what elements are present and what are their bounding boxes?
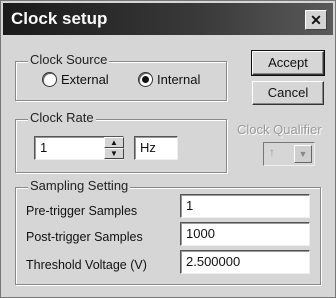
threshold-voltage-input[interactable]: 2.500000: [180, 250, 310, 274]
spin-down-icon[interactable]: ▼: [104, 148, 124, 159]
clock-qualifier-label: Clock Qualifier: [237, 122, 322, 137]
post-trigger-input[interactable]: 1000: [180, 222, 310, 246]
clock-setup-dialog: Clock setup ✕ Clock Source External Inte…: [0, 0, 336, 298]
clock-rate-unit: Hz: [134, 136, 178, 160]
pre-trigger-label: Pre-trigger Samples: [26, 204, 138, 218]
radio-internal-dot[interactable]: [138, 72, 153, 87]
cancel-button[interactable]: Cancel: [252, 81, 324, 105]
clock-qualifier-select: ↑ ▼: [263, 142, 315, 166]
clock-source-label: Clock Source: [28, 52, 110, 67]
clock-qualifier-value: ↑: [269, 145, 275, 159]
clock-source-group: Clock Source External Internal: [15, 52, 227, 101]
window-title: Clock setup: [11, 9, 108, 28]
accept-button[interactable]: Accept: [251, 50, 325, 76]
close-icon: ✕: [310, 12, 322, 28]
clock-rate-group: Clock Rate 1 ▲ ▼ Hz: [15, 110, 227, 173]
close-button[interactable]: ✕: [305, 10, 327, 30]
radio-external-dot[interactable]: [42, 72, 57, 87]
chevron-down-icon: ▼: [294, 145, 312, 163]
post-trigger-label: Post-trigger Samples: [26, 230, 143, 244]
title-bar[interactable]: Clock setup ✕: [3, 3, 333, 35]
pre-trigger-input[interactable]: 1: [180, 194, 310, 218]
clock-rate-label: Clock Rate: [28, 110, 96, 125]
threshold-voltage-label: Threshold Voltage (V): [26, 258, 147, 272]
spin-up-icon[interactable]: ▲: [104, 137, 124, 148]
radio-external[interactable]: External: [42, 72, 109, 87]
radio-internal[interactable]: Internal: [138, 72, 200, 87]
radio-external-label: External: [61, 72, 109, 87]
radio-internal-label: Internal: [157, 72, 201, 87]
sampling-setting-group: Sampling Setting Pre-trigger Samples 1 P…: [15, 178, 321, 285]
sampling-setting-label: Sampling Setting: [28, 178, 131, 193]
